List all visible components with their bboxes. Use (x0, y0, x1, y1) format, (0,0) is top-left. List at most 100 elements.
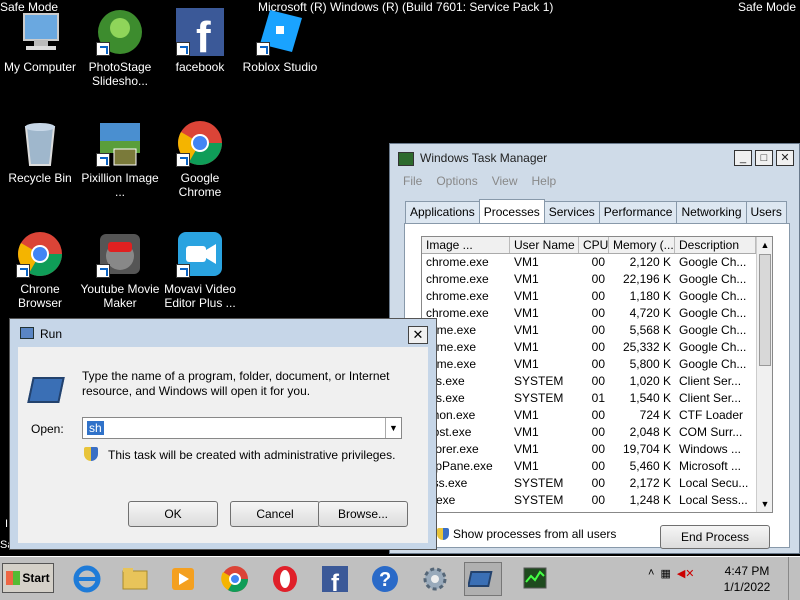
cancel-button[interactable]: Cancel (230, 501, 320, 527)
desktop-icon-recycle-bin[interactable]: Recycle Bin (0, 119, 80, 185)
table-cell: 1,540 K (629, 391, 671, 405)
tab-processes[interactable]: Processes (478, 199, 545, 223)
close-button[interactable]: ✕ (408, 326, 428, 344)
column-memory[interactable]: Memory (... (609, 237, 675, 253)
maximize-button[interactable]: □ (755, 150, 773, 166)
tab-networking[interactable]: Networking (676, 201, 747, 223)
end-process-button[interactable]: End Process (660, 525, 770, 549)
table-row[interactable]: chrome.exe VM1 00 4,720 K Google Ch... (422, 305, 772, 322)
clock[interactable]: 4:47 PM 1/1/2022 (716, 563, 778, 595)
media-player-icon[interactable] (164, 562, 202, 596)
table-cell: COM Surr... (679, 425, 743, 439)
table-cell: Google Ch... (679, 357, 747, 371)
table-row[interactable]: ass.exe SYSTEM 00 2,172 K Local Secu... (422, 475, 772, 492)
tab-users[interactable]: Users (745, 201, 787, 223)
column-description[interactable]: Description (675, 237, 756, 253)
run-taskbar-icon[interactable] (464, 562, 502, 596)
desktop-icon-youtube-movie-maker[interactable]: Youtube Movie Maker (80, 230, 160, 310)
minimize-button[interactable]: _ (734, 150, 752, 166)
table-row[interactable]: plorer.exe VM1 00 19,704 K Windows ... (422, 441, 772, 458)
table-row[interactable]: host.exe VM1 00 2,048 K COM Surr... (422, 424, 772, 441)
table-row[interactable]: elpPane.exe VM1 00 5,460 K Microsoft ... (422, 458, 772, 475)
desktop-icon-label: Google Chrome (178, 171, 222, 199)
menu-options[interactable]: Options (436, 174, 477, 194)
close-button[interactable]: ✕ (776, 150, 794, 166)
internet-explorer-icon[interactable] (68, 562, 106, 596)
table-row[interactable]: chrome.exe VM1 00 1,180 K Google Ch... (422, 288, 772, 305)
facebook-icon[interactable]: f (316, 562, 354, 596)
scroll-up-icon[interactable]: ▲ (757, 237, 772, 253)
show-all-processes-button[interactable]: Show processes from all users (437, 527, 616, 541)
table-row[interactable]: rome.exe VM1 00 25,332 K Google Ch... (422, 339, 772, 356)
table-cell: 00 (591, 340, 605, 354)
menu-help[interactable]: Help (532, 174, 557, 194)
desktop-icon-facebook[interactable]: f facebook (160, 8, 240, 74)
table-row[interactable]: mc.exeVM1008,504 KMicrosoft ... (422, 509, 772, 512)
open-input[interactable]: sh (87, 421, 104, 435)
table-cell: VM1 (514, 289, 539, 303)
chrome-icon (176, 119, 224, 167)
table-cell: 00 (591, 408, 605, 422)
desktop-icon-photostage[interactable]: PhotoStage Slidesho... (80, 8, 160, 88)
tab-performance[interactable]: Performance (598, 201, 678, 223)
table-cell: Client Ser... (679, 374, 742, 388)
chevron-down-icon[interactable]: ▼ (385, 418, 401, 438)
scroll-down-icon[interactable]: ▼ (757, 496, 772, 512)
run-titlebar[interactable]: Run (10, 319, 436, 347)
menu-file[interactable]: File (403, 174, 422, 194)
desktop-icon-movavi[interactable]: Movavi Video Editor Plus ... (160, 230, 240, 310)
table-cell: 2,172 K (629, 476, 671, 490)
table-cell: 00 (591, 306, 605, 320)
menu-view[interactable]: View (492, 174, 518, 194)
table-cell: Google Ch... (679, 306, 747, 320)
scrollbar-thumb[interactable] (759, 254, 771, 366)
open-combobox[interactable]: sh ▼ (82, 417, 402, 439)
desktop-icon-my-computer[interactable]: My Computer (0, 8, 80, 74)
shortcut-arrow-icon (256, 42, 270, 56)
table-cell: 22,196 K (622, 272, 671, 286)
gear-icon[interactable] (416, 562, 454, 596)
browse-button[interactable]: Browse... (318, 501, 408, 527)
file-explorer-icon[interactable] (116, 562, 154, 596)
desktop-icon-pixillion[interactable]: Pixillion Image ... (80, 119, 160, 199)
table-row[interactable]: fmon.exe VM1 00 724 K CTF Loader (422, 407, 772, 424)
show-desktop-button[interactable] (788, 557, 800, 600)
table-cell: SYSTEM (514, 493, 564, 507)
desktop-icon-roblox-studio[interactable]: Roblox Studio (240, 8, 320, 74)
column-cpu[interactable]: CPU (579, 237, 609, 253)
desktop-icon-google-chrome[interactable]: Google Chrome (160, 119, 240, 199)
volume-muted-icon[interactable]: ◀✕ (677, 567, 695, 580)
desktop-icon-label: Recycle Bin (8, 171, 72, 185)
table-row[interactable]: n.exe SYSTEM 00 1,248 K Local Sess... (422, 492, 772, 509)
column-user-name[interactable]: User Name (510, 237, 579, 253)
opera-icon[interactable] (266, 562, 304, 596)
table-cell: 00 (591, 374, 605, 388)
tab-services[interactable]: Services (543, 201, 600, 223)
ok-button[interactable]: OK (128, 501, 218, 527)
task-manager-taskbar-icon[interactable] (516, 562, 554, 596)
action-center-icon[interactable]: ▦ (660, 567, 670, 580)
help-icon[interactable]: ? (366, 562, 404, 596)
shortcut-arrow-icon (176, 264, 190, 278)
windows-logo-icon (6, 571, 21, 585)
task-manager-title: Windows Task Manager (420, 151, 548, 165)
table-row[interactable]: rss.exe SYSTEM 01 1,540 K Client Ser... (422, 390, 772, 407)
table-cell: VM1 (514, 323, 539, 337)
clock-time: 4:47 PM (724, 564, 770, 578)
photostage-icon (96, 8, 144, 56)
start-button[interactable]: Start (2, 563, 54, 593)
desktop-icon-chrone-browser[interactable]: Chrone Browser (0, 230, 80, 310)
chrome-icon[interactable] (216, 562, 254, 596)
table-cell: 2,048 K (629, 425, 671, 439)
table-row[interactable]: rss.exe SYSTEM 00 1,020 K Client Ser... (422, 373, 772, 390)
tab-applications[interactable]: Applications (405, 201, 480, 223)
column-image-name[interactable]: Image ... (422, 237, 510, 253)
table-row[interactable]: rome.exe VM1 00 5,800 K Google Ch... (422, 356, 772, 373)
table-row[interactable]: rome.exe VM1 00 5,568 K Google Ch... (422, 322, 772, 339)
table-row[interactable]: chrome.exe VM1 00 2,120 K Google Ch... (422, 254, 772, 271)
process-table-scrollbar[interactable]: ▲ ▼ (756, 237, 772, 512)
desktop-icon-label: Movavi Video Editor Plus ... (164, 282, 236, 310)
table-row[interactable]: chrome.exe VM1 00 22,196 K Google Ch... (422, 271, 772, 288)
chevron-up-icon[interactable]: ˄ (648, 567, 654, 580)
task-manager-titlebar[interactable]: Windows Task Manager _ □ ✕ (390, 144, 799, 174)
